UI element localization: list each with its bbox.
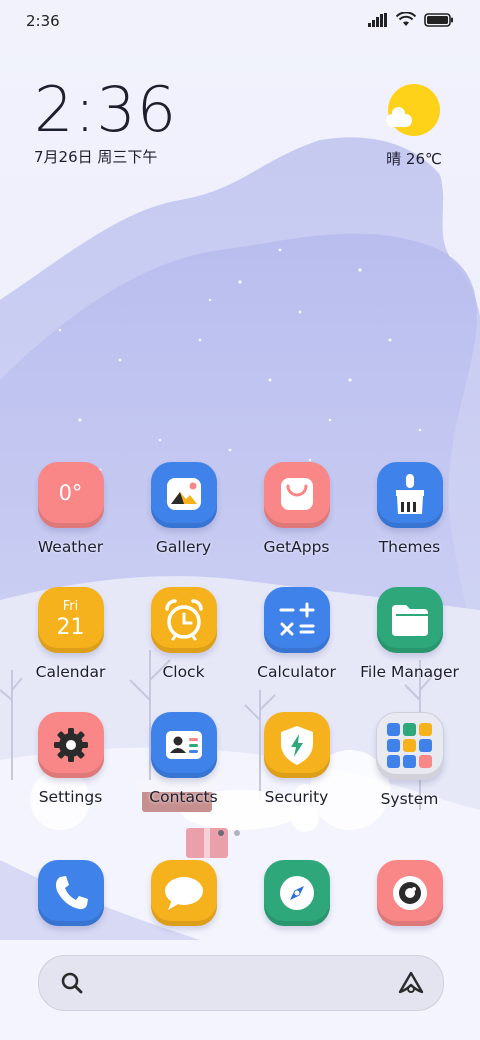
app-label: Clock	[162, 663, 205, 681]
app-calendar[interactable]: Fri 21 Calendar	[14, 587, 127, 681]
gallery-icon	[150, 462, 217, 528]
app-getapps[interactable]: GetApps	[240, 462, 353, 556]
search-icon	[61, 972, 83, 994]
paint-brush-icon	[376, 462, 443, 528]
compass-icon	[263, 860, 330, 926]
weather-icon: 0°	[37, 462, 104, 528]
sunny-partly-cloudy-icon	[386, 84, 440, 136]
app-clock[interactable]: Clock	[127, 587, 240, 681]
search-input[interactable]	[95, 968, 389, 1000]
app-label: Contacts	[149, 788, 218, 806]
folder-icon	[376, 587, 443, 653]
calendar-icon: Fri 21	[37, 587, 104, 653]
page-dot	[234, 830, 240, 836]
app-system-folder[interactable]: System	[353, 712, 466, 808]
weather-text: 晴 26℃	[386, 150, 442, 168]
page-dot-active	[218, 830, 224, 836]
gear-icon	[37, 712, 104, 778]
phone-icon	[37, 860, 104, 926]
dock-camera[interactable]	[353, 860, 466, 926]
dock-phone[interactable]	[14, 860, 127, 926]
app-label: Settings	[38, 788, 103, 806]
shield-bolt-icon	[263, 712, 330, 778]
app-label: Themes	[378, 538, 441, 556]
app-contacts[interactable]: Contacts	[127, 712, 240, 806]
calendar-icon-date: 21	[56, 615, 85, 640]
dock-messages[interactable]	[127, 860, 240, 926]
camera-icon	[376, 860, 443, 926]
shopping-bag-icon	[263, 462, 330, 528]
clock-date: 7月26日 周三下午	[34, 148, 158, 166]
app-weather[interactable]: 0° Weather	[14, 462, 127, 556]
search-bar[interactable]	[38, 955, 444, 1011]
weather-widget[interactable]: 晴 26℃	[378, 84, 450, 169]
app-label: Gallery	[155, 538, 212, 556]
wifi-icon	[396, 12, 416, 26]
clock-widget[interactable]: 2:36 7月26日 周三下午	[34, 78, 177, 167]
app-label: Calendar	[35, 663, 106, 681]
page-indicator	[218, 830, 240, 836]
dock-browser[interactable]	[240, 860, 353, 926]
weather-icon-temp: 0°	[58, 481, 83, 505]
app-label: System	[380, 790, 439, 808]
app-label: File Manager	[360, 663, 459, 681]
calendar-icon-day: Fri	[62, 599, 79, 614]
message-bubble-icon	[150, 860, 217, 926]
dock	[14, 860, 466, 930]
app-gallery[interactable]: Gallery	[127, 462, 240, 556]
app-security[interactable]: Security	[240, 712, 353, 806]
app-label: Calculator	[257, 663, 336, 681]
status-icons	[368, 12, 454, 27]
app-file-manager[interactable]: File Manager	[353, 587, 466, 681]
calculator-icon	[263, 587, 330, 653]
signal-icon	[368, 12, 387, 27]
alarm-clock-icon	[150, 587, 217, 653]
clock-time: 2:36	[34, 73, 178, 146]
app-themes[interactable]: Themes	[353, 462, 466, 556]
contact-card-icon	[150, 712, 217, 778]
status-time: 2:36	[26, 12, 60, 30]
battery-icon	[424, 12, 453, 27]
status-bar: 2:36	[0, 0, 480, 44]
app-calculator[interactable]: Calculator	[240, 587, 353, 681]
app-settings[interactable]: Settings	[14, 712, 127, 806]
app-label: Weather	[37, 538, 104, 556]
app-label: GetApps	[263, 538, 330, 556]
assistant-icon[interactable]	[397, 970, 425, 996]
folder-grid-icon	[375, 712, 444, 780]
app-label: Security	[264, 788, 329, 806]
